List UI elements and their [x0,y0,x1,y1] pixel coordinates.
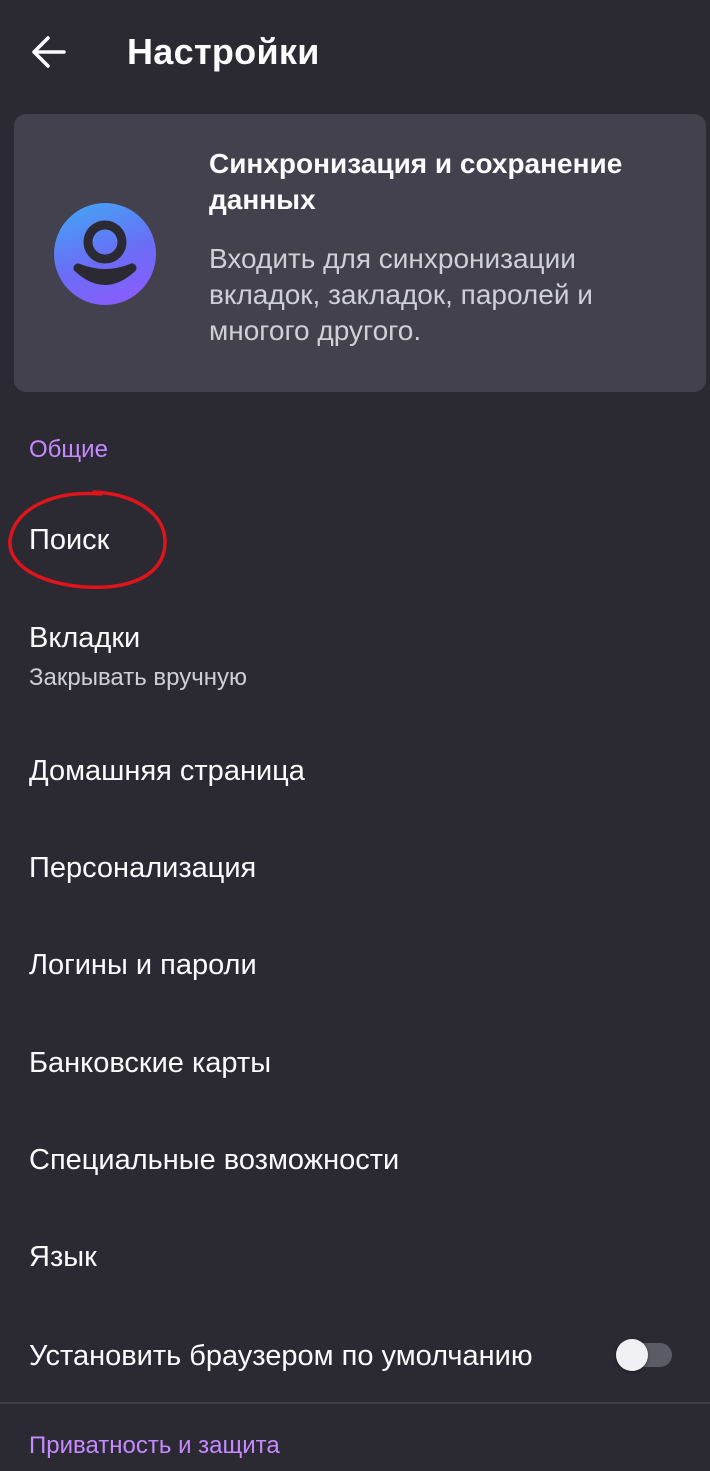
setting-default-browser[interactable]: Установить браузером по умолчанию [0,1308,710,1402]
setting-home-page[interactable]: Домашняя страница [0,725,710,819]
setting-label: Персонализация [29,852,257,884]
sync-card[interactable]: Синхронизация и сохранение данных Входит… [14,114,706,392]
sync-description: Входить для синхронизации вкладок, закла… [209,243,593,346]
setting-label: Специальные возможности [29,1144,400,1176]
setting-label: Банковские карты [29,1047,272,1079]
setting-label: Вкладки [29,622,141,654]
setting-language[interactable]: Язык [0,1211,710,1305]
setting-customization[interactable]: Персонализация [0,822,710,916]
back-button[interactable] [18,24,78,80]
setting-credit-cards[interactable]: Банковские карты [0,1017,710,1111]
setting-search[interactable]: Поиск [0,492,710,588]
section-divider [0,1402,710,1404]
setting-sublabel: Закрывать вручную [29,664,247,691]
setting-label: Логины и пароли [29,949,257,981]
account-avatar-icon [54,203,156,305]
setting-tabs[interactable]: Вкладки Закрывать вручную [0,605,710,705]
arrow-left-icon [32,36,66,68]
setting-label: Установить браузером по умолчанию [29,1340,533,1372]
setting-logins-passwords[interactable]: Логины и пароли [0,919,710,1013]
section-general-title: Общие [29,436,108,463]
setting-label: Язык [29,1241,97,1273]
setting-accessibility[interactable]: Специальные возможности [0,1114,710,1208]
setting-label: Поиск [29,524,110,556]
app-bar: Настройки [0,0,710,104]
setting-label: Домашняя страница [29,755,305,787]
page-title: Настройки [127,31,320,72]
sync-title: Синхронизация и сохранение данных [209,148,623,215]
section-privacy-title: Приватность и защита [29,1432,280,1459]
toggle-thumb [616,1339,648,1371]
default-browser-toggle[interactable] [616,1339,672,1371]
